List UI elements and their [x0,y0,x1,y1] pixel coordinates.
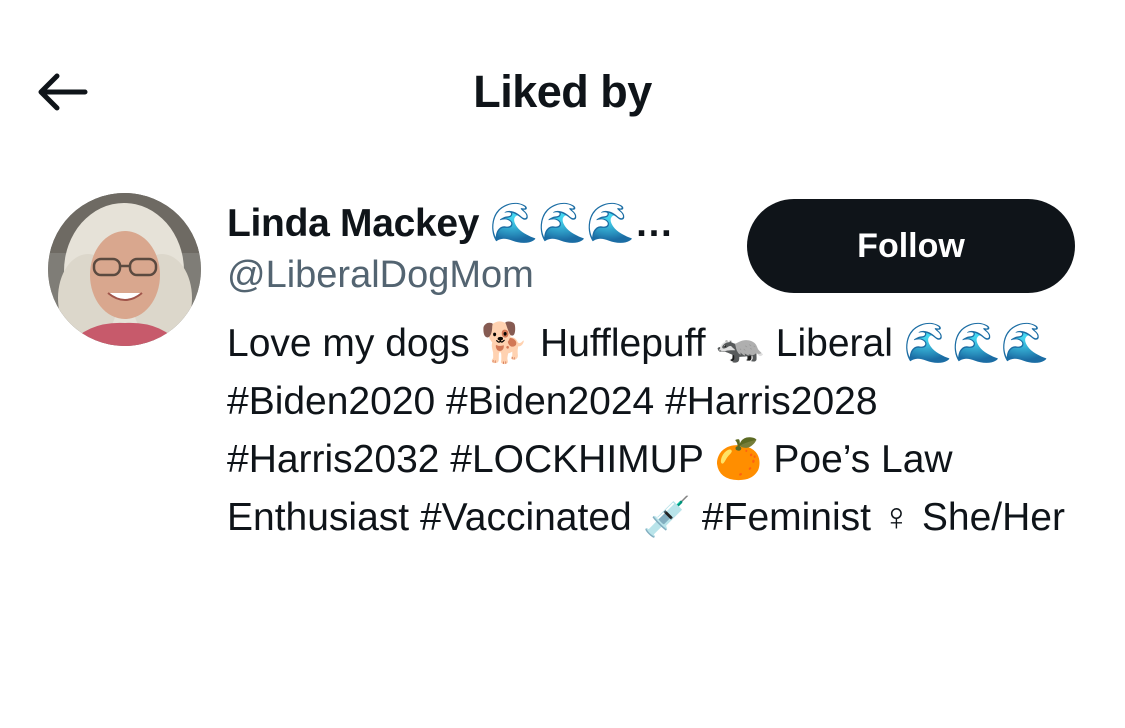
follow-button[interactable]: Follow [747,199,1075,293]
user-cell[interactable]: Linda Mackey 🌊🌊🌊… @LiberalDogMom Follow … [0,185,1125,615]
avatar[interactable] [48,193,201,346]
display-name[interactable]: Linda Mackey 🌊🌊🌊… [227,201,737,247]
user-handle[interactable]: @LiberalDogMom [227,252,534,298]
page-title: Liked by [473,66,652,117]
bio-text: Love my dogs 🐕 Hufflepuff 🦡 Liberal 🌊🌊🌊 … [227,322,1065,539]
profile-photo [48,193,201,346]
user-bio: Love my dogs 🐕 Hufflepuff 🦡 Liberal 🌊🌊🌊 … [227,315,1087,547]
top-bar: Liked by [0,0,1125,180]
